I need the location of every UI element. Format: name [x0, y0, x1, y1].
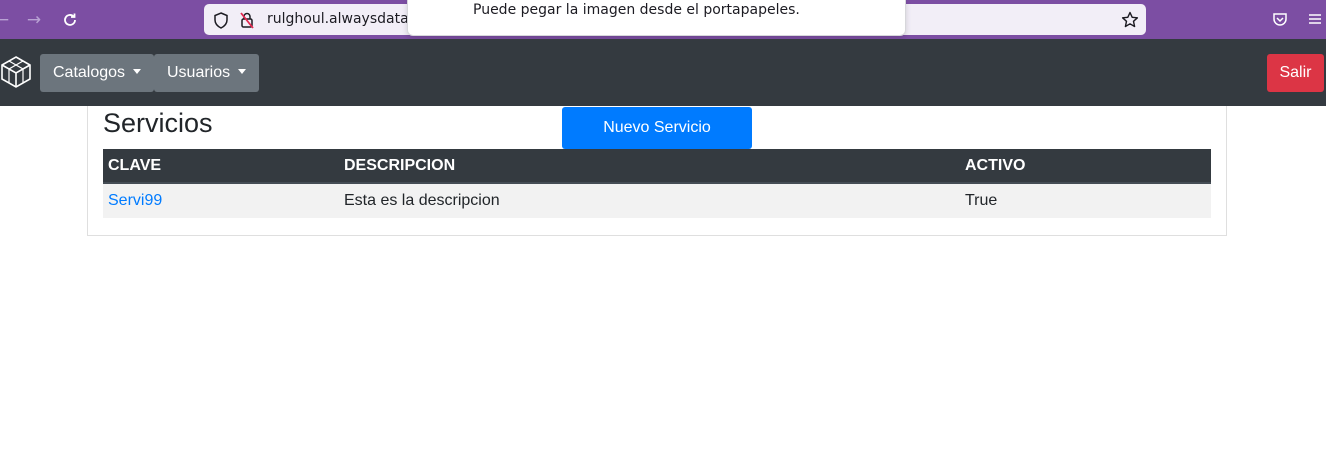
logout-button[interactable]: Salir: [1267, 54, 1324, 92]
toast-message: Puede pegar la imagen desde el portapape…: [473, 2, 800, 18]
catalogos-dropdown[interactable]: Catalogos: [40, 54, 155, 92]
header-clave: CLAVE: [108, 156, 162, 174]
caret-down-icon: [133, 68, 142, 74]
back-arrow-icon[interactable]: ←: [0, 8, 14, 32]
header-activo: ACTIVO: [965, 156, 1026, 174]
new-service-button[interactable]: Nuevo Servicio: [562, 107, 752, 149]
service-activo: True: [965, 192, 998, 209]
bookmark-star-icon[interactable]: [1120, 10, 1140, 30]
header-descripcion: DESCRIPCION: [344, 156, 456, 174]
url-text[interactable]: rulghoul.alwaysdata: [267, 11, 409, 27]
brand-logo-icon[interactable]: [0, 55, 32, 89]
app-navbar: Catalogos Usuarios Salir: [0, 39, 1326, 106]
reload-icon[interactable]: [58, 8, 82, 32]
service-descripcion: Esta es la descripcion: [344, 192, 500, 209]
table-row: Servi99 Esta es la descripcion True: [103, 184, 1211, 218]
services-table: CLAVE DESCRIPCION ACTIVO Servi99 Esta es…: [103, 149, 1211, 218]
clipboard-toast: Puede pegar la imagen desde el portapape…: [407, 0, 906, 36]
catalogos-label: Catalogos: [53, 64, 126, 81]
menu-icon[interactable]: [1305, 9, 1325, 29]
forward-arrow-icon[interactable]: →: [22, 8, 46, 32]
table-header: CLAVE DESCRIPCION ACTIVO: [103, 149, 1211, 184]
insecure-lock-icon[interactable]: [238, 11, 256, 29]
usuarios-label: Usuarios: [167, 64, 231, 81]
shield-icon[interactable]: [212, 11, 230, 29]
usuarios-dropdown[interactable]: Usuarios: [154, 54, 260, 92]
page-title: Servicios: [103, 108, 213, 138]
service-clave-link[interactable]: Servi99: [108, 184, 162, 218]
caret-down-icon: [238, 68, 247, 74]
pocket-icon[interactable]: [1270, 9, 1290, 29]
